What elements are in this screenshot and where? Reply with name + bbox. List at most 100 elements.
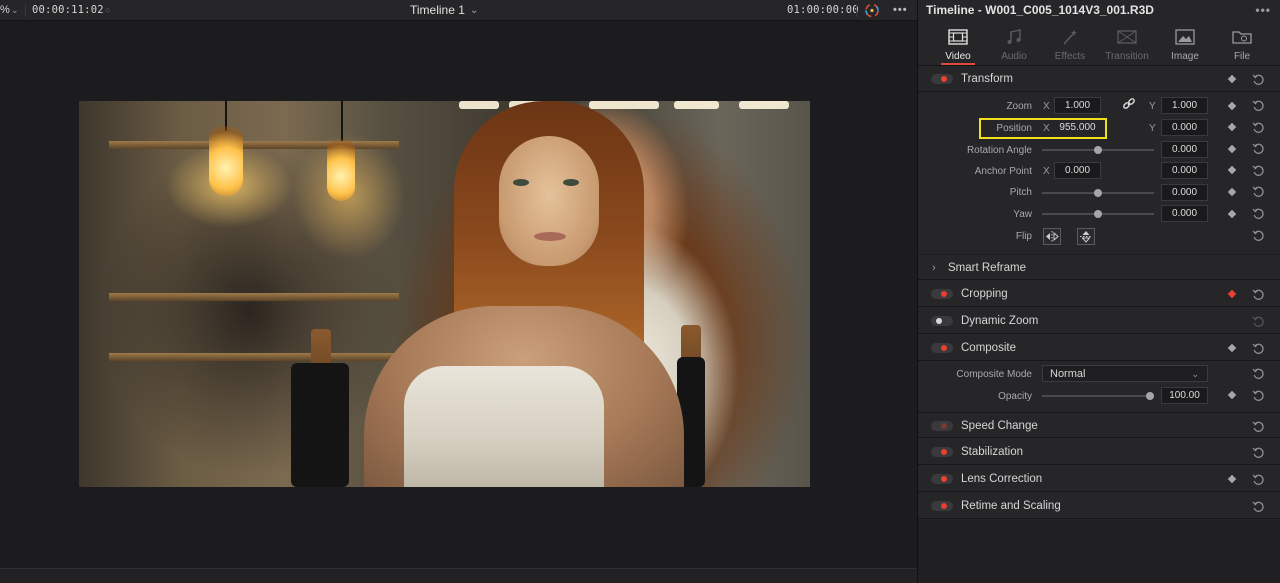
pitch-keyframe-icon[interactable] [1227, 187, 1237, 197]
flip-horizontal-button[interactable] [1043, 228, 1061, 245]
cropping-keyframe-icon[interactable] [1227, 289, 1237, 299]
zoom-y-axis-label: Y [1149, 101, 1156, 112]
dynamic-zoom-label: Dynamic Zoom [961, 315, 1039, 327]
transform-enable-toggle[interactable] [931, 74, 953, 84]
zoom-dropdown-chevron-icon[interactable]: ⌄ [11, 0, 19, 21]
section-speed-change[interactable]: Speed Change [918, 412, 1280, 438]
yaw-slider[interactable] [1042, 210, 1154, 218]
rotation-angle-slider-knob[interactable] [1094, 146, 1102, 154]
position-x-axis-label: X [1043, 123, 1050, 134]
composite-enable-toggle[interactable] [931, 343, 953, 353]
rotation-keyframe-icon[interactable] [1227, 144, 1237, 154]
speed-change-reset-icon[interactable] [1252, 420, 1265, 433]
stabilization-enable-toggle[interactable] [931, 447, 953, 457]
rotation-angle-label: Rotation Angle [966, 145, 1032, 156]
tab-image[interactable]: Image [1156, 21, 1214, 66]
zoom-x-field[interactable]: 1.000 [1054, 97, 1101, 114]
expand-chevron-right-icon[interactable]: › [932, 255, 936, 281]
composite-reset-icon[interactable] [1252, 342, 1265, 355]
section-retime-and-scaling[interactable]: Retime and Scaling [918, 493, 1280, 519]
transition-icon [1117, 30, 1137, 44]
opacity-label: Opacity [998, 391, 1032, 402]
position-x-field[interactable]: 955.000 [1054, 120, 1101, 137]
yaw-label: Yaw [1013, 209, 1032, 220]
inspector-empty-area [918, 520, 1280, 583]
flip-vertical-button[interactable] [1077, 228, 1095, 245]
lens-correction-label: Lens Correction [961, 473, 1043, 485]
image-icon [1175, 29, 1195, 45]
pitch-field[interactable]: 0.000 [1161, 184, 1208, 201]
composite-mode-reset-icon[interactable] [1252, 367, 1265, 380]
section-stabilization[interactable]: Stabilization [918, 439, 1280, 465]
opacity-slider-knob[interactable] [1146, 392, 1154, 400]
video-frame[interactable] [79, 101, 810, 487]
yaw-reset-icon[interactable] [1252, 207, 1265, 220]
lens-correction-reset-icon[interactable] [1252, 473, 1265, 486]
viewer-toolbar: % ⌄ 00:00:11:02 ○ Timeline 1 ⌄ 01:00:00:… [0, 0, 917, 21]
position-keyframe-icon[interactable] [1227, 122, 1237, 132]
viewer-scrub-bar[interactable] [0, 568, 917, 583]
zoom-y-field[interactable]: 1.000 [1161, 97, 1208, 114]
viewer-panel: % ⌄ 00:00:11:02 ○ Timeline 1 ⌄ 01:00:00:… [0, 0, 917, 583]
tab-file-label: File [1233, 51, 1251, 62]
retime-scaling-enable-toggle[interactable] [931, 501, 953, 511]
tab-audio[interactable]: Audio [985, 21, 1043, 66]
section-lens-correction[interactable]: Lens Correction [918, 466, 1280, 492]
color-wheel-icon[interactable] [864, 0, 880, 21]
tab-transition[interactable]: Transition [1098, 21, 1156, 66]
opacity-slider[interactable] [1042, 392, 1154, 400]
section-dynamic-zoom[interactable]: Dynamic Zoom [918, 308, 1280, 334]
anchor-keyframe-icon[interactable] [1227, 165, 1237, 175]
section-smart-reframe[interactable]: › Smart Reframe [918, 254, 1280, 280]
anchor-x-field[interactable]: 0.000 [1054, 162, 1101, 179]
rotation-angle-field[interactable]: 0.000 [1161, 141, 1208, 158]
retime-scaling-reset-icon[interactable] [1252, 500, 1265, 513]
pitch-slider-knob[interactable] [1094, 189, 1102, 197]
tab-video[interactable]: Video [929, 21, 987, 66]
transform-reset-icon[interactable] [1252, 73, 1265, 86]
tab-transition-label: Transition [1105, 51, 1149, 62]
tab-effects[interactable]: Effects [1041, 21, 1099, 66]
yaw-field[interactable]: 0.000 [1161, 205, 1208, 222]
cropping-enable-toggle[interactable] [931, 289, 953, 299]
timeline-name[interactable]: Timeline 1 [410, 0, 465, 21]
zoom-suffix[interactable]: % [0, 0, 10, 21]
dynamic-zoom-reset-icon[interactable] [1252, 315, 1265, 328]
flip-reset-icon[interactable] [1252, 229, 1265, 242]
yaw-keyframe-icon[interactable] [1227, 209, 1237, 219]
speed-change-enable-toggle[interactable] [931, 421, 953, 431]
inspector-more-icon[interactable]: ••• [1255, 0, 1271, 21]
anchor-reset-icon[interactable] [1252, 164, 1265, 177]
opacity-reset-icon[interactable] [1252, 389, 1265, 402]
rotation-reset-icon[interactable] [1252, 142, 1265, 155]
section-cropping[interactable]: Cropping [918, 281, 1280, 307]
dynamic-zoom-enable-toggle[interactable] [931, 316, 953, 326]
cropping-reset-icon[interactable] [1252, 288, 1265, 301]
pitch-reset-icon[interactable] [1252, 185, 1265, 198]
position-y-field[interactable]: 0.000 [1161, 119, 1208, 136]
yaw-slider-knob[interactable] [1094, 210, 1102, 218]
stabilization-reset-icon[interactable] [1252, 446, 1265, 459]
position-reset-icon[interactable] [1252, 121, 1265, 134]
rotation-angle-slider[interactable] [1042, 146, 1154, 154]
composite-keyframe-icon[interactable] [1227, 343, 1237, 353]
viewer-more-icon[interactable]: ••• [893, 0, 908, 21]
anchor-y-field[interactable]: 0.000 [1161, 162, 1208, 179]
timeline-chevron-down-icon[interactable]: ⌄ [470, 0, 478, 21]
link-chain-icon[interactable] [1122, 97, 1136, 114]
zoom-reset-icon[interactable] [1252, 99, 1265, 112]
composite-mode-dropdown[interactable]: Normal ⌄ [1042, 365, 1208, 382]
source-timecode[interactable]: 00:00:11:02 [32, 0, 104, 21]
section-composite[interactable]: Composite [918, 335, 1280, 361]
lens-correction-enable-toggle[interactable] [931, 474, 953, 484]
transform-keyframe-icon[interactable] [1227, 74, 1237, 84]
lens-correction-keyframe-icon[interactable] [1227, 474, 1237, 484]
tab-file[interactable]: File [1213, 21, 1271, 66]
section-transform[interactable]: Transform [918, 66, 1280, 92]
timeline-timecode[interactable]: 01:00:00:00 [787, 0, 859, 21]
position-label: Position [996, 123, 1032, 134]
opacity-keyframe-icon[interactable] [1227, 390, 1237, 400]
opacity-field[interactable]: 100.00 [1161, 387, 1208, 404]
pitch-slider[interactable] [1042, 189, 1154, 197]
zoom-keyframe-icon[interactable] [1227, 101, 1237, 111]
